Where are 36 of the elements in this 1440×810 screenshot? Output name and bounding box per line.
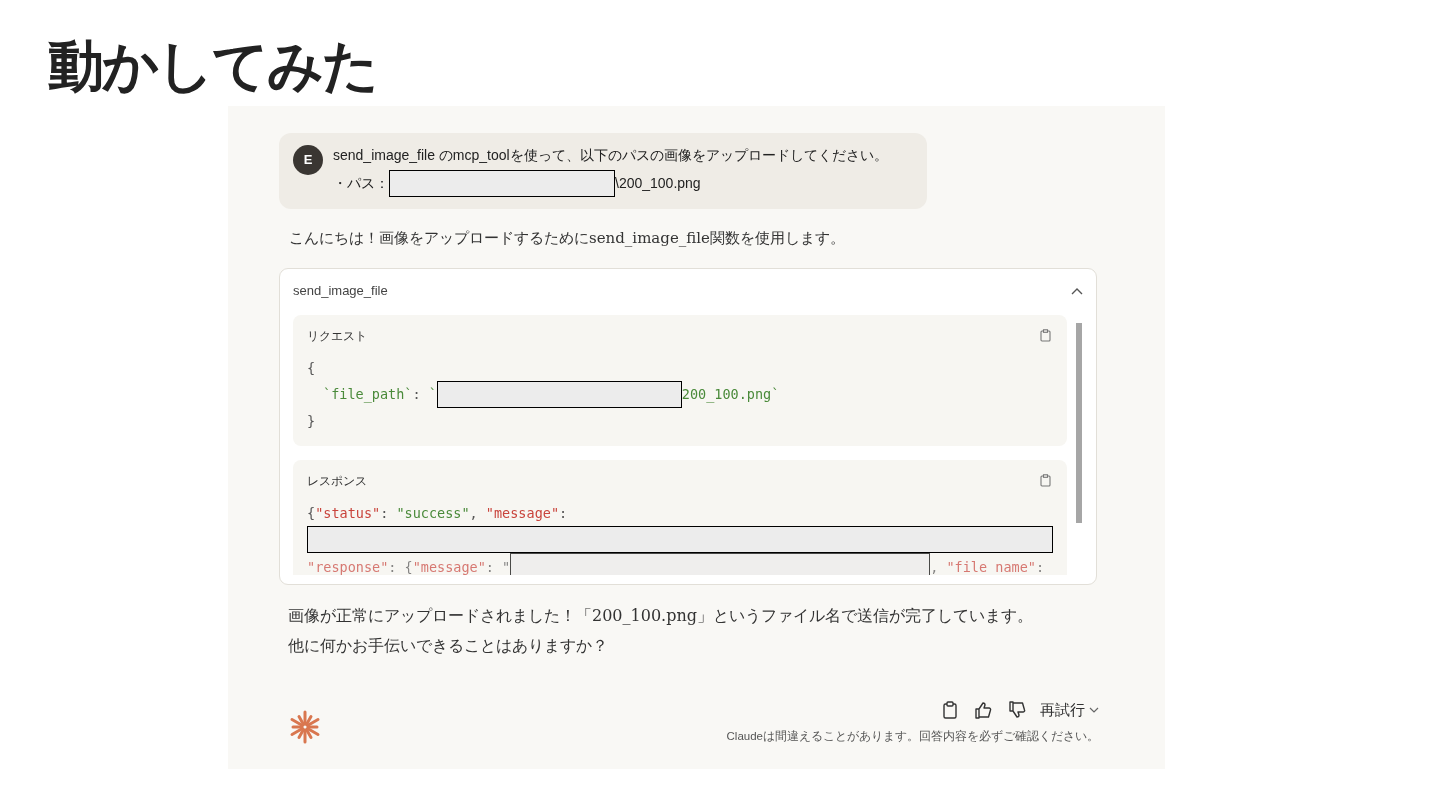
caret-icon: [1089, 707, 1099, 714]
tool-name: send_image_file: [293, 282, 388, 300]
code-text: ,: [469, 503, 479, 523]
section-title: レスポンス: [307, 472, 367, 490]
assistant-reply: 画像が正常にアップロードされました！「200_100.png」というファイル名で送信が完了しています。他に何かお手伝いできることはありますか？: [288, 605, 1034, 657]
code-text: :: [412, 385, 422, 404]
user-avatar: E: [293, 145, 323, 175]
code-text: `file_path`: [323, 385, 413, 405]
code-text: :: [380, 503, 390, 523]
message-text: send_image_file のmcp_toolを使って、以下のパスの画像をアップロードしてください。: [333, 146, 888, 165]
code-text: "status": [315, 503, 381, 523]
code-text: :: [559, 503, 568, 523]
slide-title: 動かしてみた: [48, 38, 377, 94]
disclaimer-text: Claudeは間違えることがあります。回答内容を必ずご確認ください。: [726, 728, 1099, 745]
code-text: "message": [412, 557, 486, 575]
code-text: ,: [930, 557, 940, 575]
code-text: {: [307, 358, 316, 378]
path-label: ・パス：: [333, 174, 389, 193]
code-text: : {: [388, 557, 413, 575]
retry-button[interactable]: 再試行: [1040, 699, 1099, 722]
section-title: リクエスト: [307, 327, 367, 345]
assistant-text: こんにちは！画像をアップロードするためにsend_image_file関数を使用します。: [289, 228, 845, 249]
code-text: }: [307, 411, 316, 431]
path-text: \200_100.png: [615, 174, 701, 193]
code-text: "message": [485, 503, 559, 523]
code-text: 200_100.png`: [681, 385, 780, 405]
code-text: :: [1035, 557, 1045, 575]
chevron-icon[interactable]: [1071, 286, 1083, 295]
code-text: `: [428, 385, 437, 404]
copy-icon[interactable]: [940, 699, 960, 722]
code-text: "success": [396, 503, 470, 523]
thumbs-up-icon[interactable]: [972, 699, 994, 722]
code-text: {: [307, 503, 316, 523]
code-text: : ": [485, 557, 511, 575]
code-text: "response": [307, 557, 389, 575]
code-text: "file_name": [946, 557, 1036, 575]
